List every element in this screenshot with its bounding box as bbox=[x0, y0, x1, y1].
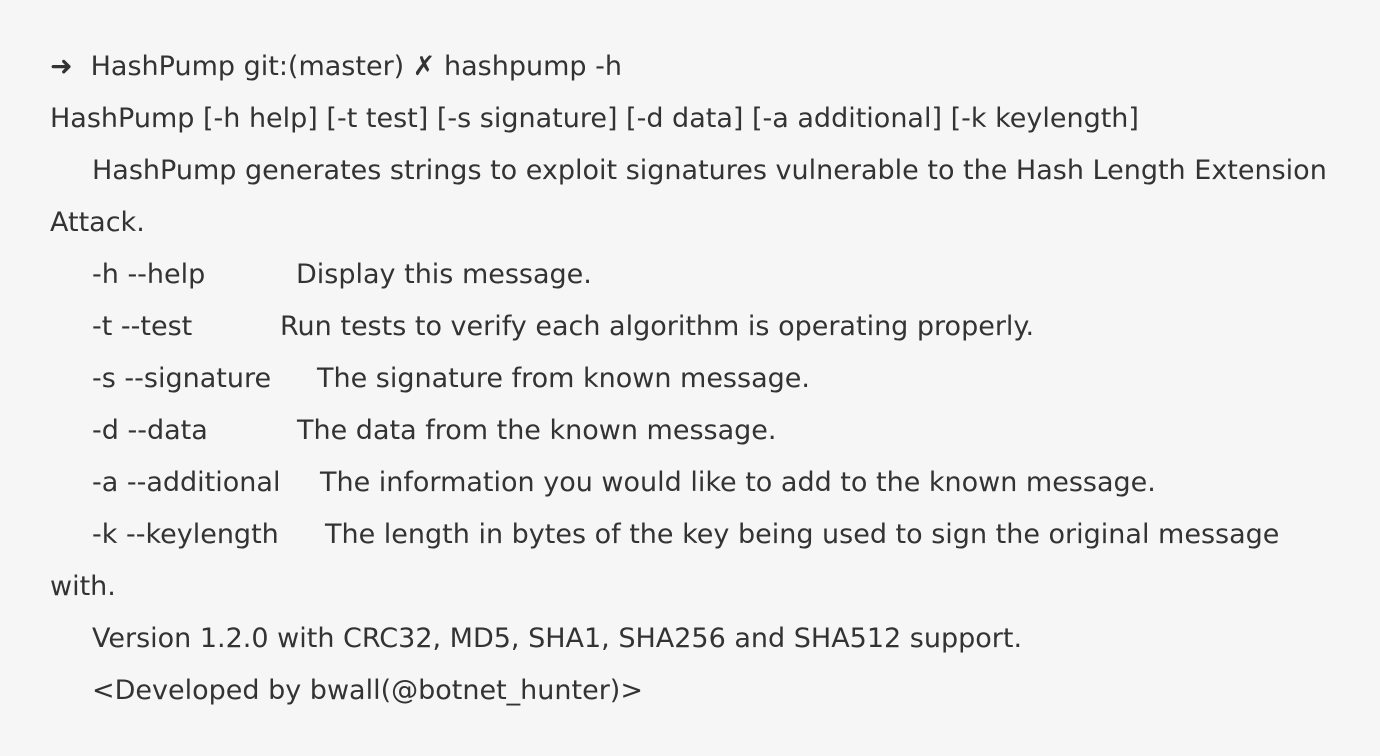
option-additional: -a --additional The information you would… bbox=[50, 457, 1330, 509]
option-flag: -d --data bbox=[92, 415, 208, 446]
prompt-arrow-icon: ➜ bbox=[50, 51, 73, 82]
option-flag: -t --test bbox=[92, 311, 193, 342]
option-description: The information you would like to add to… bbox=[320, 467, 1156, 498]
option-keylength: -k --keylength The length in bytes of the… bbox=[50, 509, 1330, 561]
option-signature: -s --signature The signature from known m… bbox=[50, 353, 1330, 405]
option-description: The signature from known message. bbox=[317, 363, 810, 394]
option-description: The length in bytes of the key being use… bbox=[325, 519, 1280, 550]
option-description: Run tests to verify each algorithm is op… bbox=[280, 311, 1035, 342]
option-flag: -a --additional bbox=[92, 467, 281, 498]
developer-line: <Developed by bwall(@botnet_hunter)> bbox=[92, 675, 643, 706]
terminal-output: ➜ HashPump git:(master) ✗ hashpump -h Has… bbox=[0, 0, 1380, 756]
option-test: -t --test Run tests to verify each algori… bbox=[50, 301, 1330, 353]
prompt-line: ➜ HashPump git:(master) ✗ hashpump -h bbox=[50, 41, 1330, 93]
description-line-1: HashPump generates strings to exploit si… bbox=[92, 155, 1327, 186]
description-line-2: Attack. bbox=[50, 207, 145, 238]
option-help: -h --help Display this message. bbox=[50, 249, 1330, 301]
version-line: Version 1.2.0 with CRC32, MD5, SHA1, SHA… bbox=[92, 623, 1023, 654]
option-flag: -s --signature bbox=[92, 363, 272, 394]
command-text: HashPump git:(master) ✗ hashpump -h bbox=[90, 51, 622, 82]
usage-line: HashPump [-h help] [-t test] [-s signatu… bbox=[50, 103, 1139, 134]
option-flag: -h --help bbox=[92, 259, 206, 290]
option-flag: -k --keylength bbox=[92, 519, 279, 550]
keylength-wrap-line: with. bbox=[50, 571, 116, 602]
option-data: -d --data The data from the known message… bbox=[50, 405, 1330, 457]
option-description: The data from the known message. bbox=[297, 415, 777, 446]
option-description: Display this message. bbox=[296, 259, 592, 290]
